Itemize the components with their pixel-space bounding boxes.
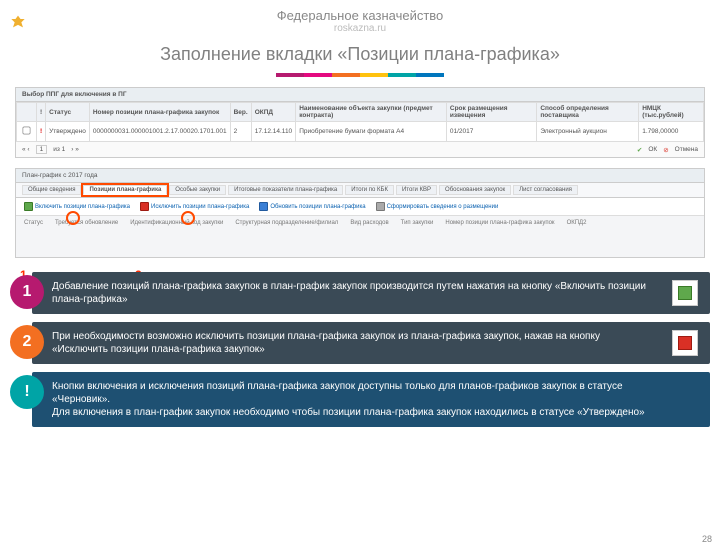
callout-info-mark: !	[10, 375, 44, 409]
tab-general[interactable]: Общие сведения	[22, 185, 81, 195]
tab-approval[interactable]: Лист согласования	[513, 185, 578, 195]
exclude-button-icon	[672, 330, 698, 356]
tab-special[interactable]: Особые закупки	[169, 185, 226, 195]
page-number: 28	[702, 534, 712, 544]
callout-info-text: Кнопки включения и исключения позиций пл…	[32, 372, 710, 427]
row-checkbox[interactable]	[23, 127, 31, 135]
tab-totals[interactable]: Итоговые показатели плана-графика	[228, 185, 343, 195]
form-icon	[376, 202, 385, 211]
tab-kbk[interactable]: Итоги по КБК	[345, 185, 394, 195]
color-bar	[0, 73, 720, 77]
callout-info: ! Кнопки включения и исключения позиций …	[10, 372, 710, 427]
callout-2-number: 2	[10, 325, 44, 359]
dialog-title: Выбор ППГ для включения в ПГ	[16, 88, 704, 102]
include-button-icon	[672, 280, 698, 306]
page-title: Заполнение вкладки «Позиции плана-график…	[0, 44, 720, 65]
tab-positions[interactable]: Позиции плана-графика	[83, 185, 167, 195]
refresh-icon	[259, 202, 268, 211]
tab-just[interactable]: Обоснования закупок	[439, 185, 511, 195]
exclude-icon	[140, 202, 149, 211]
tab-kvr[interactable]: Итоги КВР	[396, 185, 437, 195]
org-url: roskazna.ru	[0, 23, 720, 34]
callout-1-text: Добавление позиций плана-графика закупок…	[32, 272, 710, 314]
dialog-table: ! Статус Номер позиции плана-графика зак…	[16, 102, 704, 142]
callout-1-number: 1	[10, 275, 44, 309]
tabs-screenshot: План-график с 2017 года Общие сведения П…	[15, 168, 705, 258]
callout-2-text: При необходимости возможно исключить поз…	[32, 322, 710, 364]
callout-1: 1 Добавление позиций плана-графика закуп…	[10, 272, 710, 314]
emblem-icon	[8, 14, 28, 34]
include-icon	[24, 202, 33, 211]
dialog-screenshot: Выбор ППГ для включения в ПГ ! Статус Но…	[15, 87, 705, 158]
tool-exclude[interactable]: Исключить позиции плана-графика	[140, 202, 249, 211]
org-name: Федеральное казначейство	[0, 8, 720, 23]
tool-form[interactable]: Сформировать сведения о размещении	[376, 202, 499, 211]
dialog-footer: « ‹1из 1› » ✔ОК ⊘Отмена	[16, 142, 704, 157]
tool-refresh[interactable]: Обновить позиции плана-графика	[259, 202, 365, 211]
callout-2: 2 При необходимости возможно исключить п…	[10, 322, 710, 364]
tool-include[interactable]: Включить позиции плана-графика	[24, 202, 130, 211]
